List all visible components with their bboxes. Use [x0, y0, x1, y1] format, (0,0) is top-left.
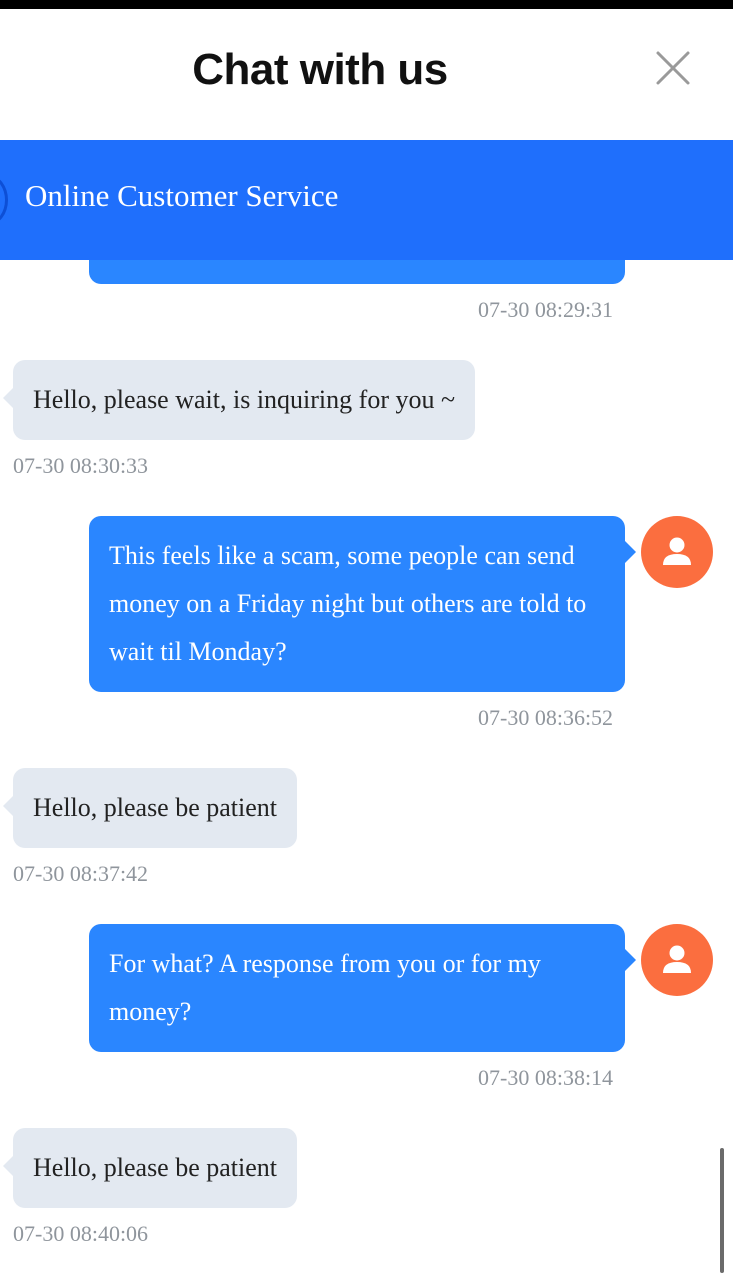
user-avatar	[641, 924, 713, 996]
message-timestamp: 07-30 08:29:31	[478, 297, 614, 322]
message-timestamp: 07-30 08:30:33	[13, 453, 149, 478]
incoming-message-bubble: Hello, please be patient	[2, 768, 298, 848]
service-avatar	[0, 175, 8, 225]
message-timestamp: 07-30 08:38:14	[478, 1065, 614, 1090]
chat-message-list[interactable]: 07-30 08:29:31 Hello, please wait, is in…	[0, 260, 733, 1273]
message-timestamp: 07-30 08:40:06	[13, 1221, 149, 1246]
message-text: Hello, please be patient	[33, 793, 278, 822]
message-text: For what? A response from you or for my …	[109, 949, 541, 1026]
message-text: This feels like a scam, some people can …	[109, 541, 587, 666]
service-title: Online Customer Service	[25, 178, 339, 213]
message-text: Hello, please wait, is inquiring for you…	[33, 385, 456, 414]
message-timestamp: 07-30 08:36:52	[478, 705, 614, 730]
chat-header: Chat with us	[0, 9, 733, 140]
user-avatar	[641, 516, 713, 588]
incoming-message-bubble: Hello, please be patient	[2, 1128, 298, 1208]
close-button[interactable]	[650, 49, 696, 89]
user-icon	[663, 945, 691, 973]
message-timestamp: 07-30 08:37:42	[13, 861, 149, 886]
service-bar: Online Customer Service	[0, 140, 733, 260]
status-bar-strip	[0, 0, 733, 9]
outgoing-message-bubble: For what? A response from you or for my …	[89, 924, 636, 1052]
close-icon	[656, 51, 690, 85]
page-title: Chat with us	[192, 45, 448, 94]
message-text: Hello, please be patient	[33, 1153, 278, 1182]
outgoing-message-bubble	[89, 260, 625, 284]
user-icon	[663, 537, 691, 565]
scrollbar[interactable]	[720, 1148, 724, 1273]
incoming-message-bubble: Hello, please wait, is inquiring for you…	[2, 360, 476, 440]
outgoing-message-bubble: This feels like a scam, some people can …	[89, 516, 636, 692]
